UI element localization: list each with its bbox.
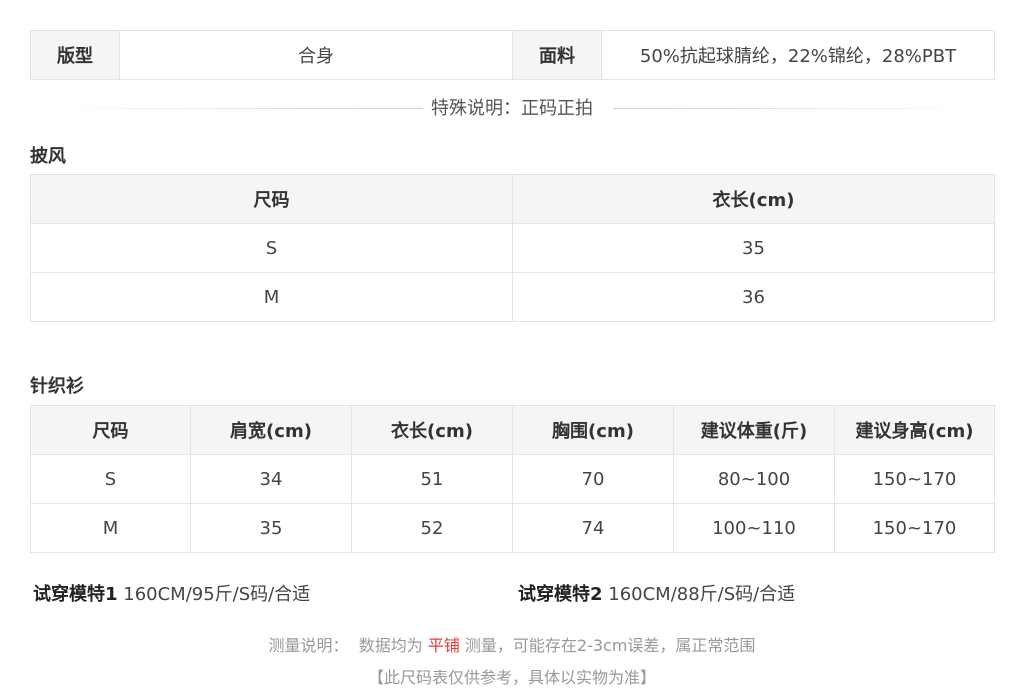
table-cell: 35 (190, 503, 352, 553)
table-cell: 74 (512, 503, 674, 553)
fit-label: 版型 (30, 30, 120, 80)
table-row: M 36 (30, 272, 995, 322)
table-cell: M (30, 503, 191, 553)
column-header: 建议体重(斤) (673, 405, 835, 455)
table-cell: 35 (512, 223, 995, 273)
model-2-label: 试穿模特2 (518, 584, 603, 605)
note-divider-right (613, 108, 983, 109)
measure-highlight: 平铺 (427, 636, 460, 655)
table-cell: 100~110 (673, 503, 835, 553)
column-header: 衣长(cm) (351, 405, 513, 455)
table-cell: M (30, 272, 513, 322)
disclaimer: 【此尺码表仅供参考，具体以实物为准】 (367, 668, 656, 687)
table-cell: 70 (512, 454, 674, 504)
knit-size-table: 尺码 肩宽(cm) 衣长(cm) 胸围(cm) 建议体重(斤) 建议身高(cm)… (30, 405, 995, 553)
column-header: 建议身高(cm) (834, 405, 995, 455)
table-header-row: 尺码 衣长(cm) (30, 174, 995, 224)
model-1-info: 试穿模特1 160CM/95斤/S码/合适 (33, 580, 310, 606)
knit-section-title: 针织衫 (30, 376, 84, 397)
model-2-value: 160CM/88斤/S码/合适 (602, 584, 796, 605)
model-1-value: 160CM/95斤/S码/合适 (117, 584, 311, 605)
special-note: 特殊说明：正码正拍 (30, 96, 994, 122)
table-cell: S (30, 223, 513, 273)
measurement-note: 测量说明： 数据均为 平铺 测量，可能存在2-3cm误差，属正常范围 (0, 632, 1024, 656)
table-cell: 52 (351, 503, 513, 553)
table-cell: 36 (512, 272, 995, 322)
measure-prefix: 测量说明： 数据均为 (268, 636, 428, 655)
table-row: S 34 51 70 80~100 150~170 (30, 454, 995, 504)
table-cell: 150~170 (834, 503, 995, 553)
model-2-info: 试穿模特2 160CM/88斤/S码/合适 (518, 580, 795, 606)
column-header: 尺码 (30, 405, 191, 455)
column-header: 衣长(cm) (512, 174, 995, 224)
table-header-row: 尺码 肩宽(cm) 衣长(cm) 胸围(cm) 建议体重(斤) 建议身高(cm) (30, 405, 995, 455)
spec-row: 版型 合身 面料 50%抗起球腈纶，22%锦纶，28%PBT (30, 30, 995, 80)
column-header: 胸围(cm) (512, 405, 674, 455)
table-row: M 35 52 74 100~110 150~170 (30, 503, 995, 553)
cape-section-title: 披风 (30, 146, 66, 167)
spec-table: 版型 合身 面料 50%抗起球腈纶，22%锦纶，28%PBT (30, 30, 995, 80)
table-cell: S (30, 454, 191, 504)
table-cell: 51 (351, 454, 513, 504)
model-1-label: 试穿模特1 (33, 584, 118, 605)
table-cell: 150~170 (834, 454, 995, 504)
special-note-text: 特殊说明：正码正拍 (431, 98, 593, 119)
column-header: 尺码 (30, 174, 513, 224)
fit-value: 合身 (119, 30, 513, 80)
fabric-value: 50%抗起球腈纶，22%锦纶，28%PBT (601, 30, 995, 80)
table-cell: 80~100 (673, 454, 835, 504)
fabric-label: 面料 (512, 30, 602, 80)
table-cell: 34 (190, 454, 352, 504)
cape-size-table: 尺码 衣长(cm) S 35 M 36 (30, 174, 995, 322)
table-row: S 35 (30, 223, 995, 273)
measure-suffix: 测量，可能存在2-3cm误差，属正常范围 (459, 636, 756, 655)
column-header: 肩宽(cm) (190, 405, 352, 455)
